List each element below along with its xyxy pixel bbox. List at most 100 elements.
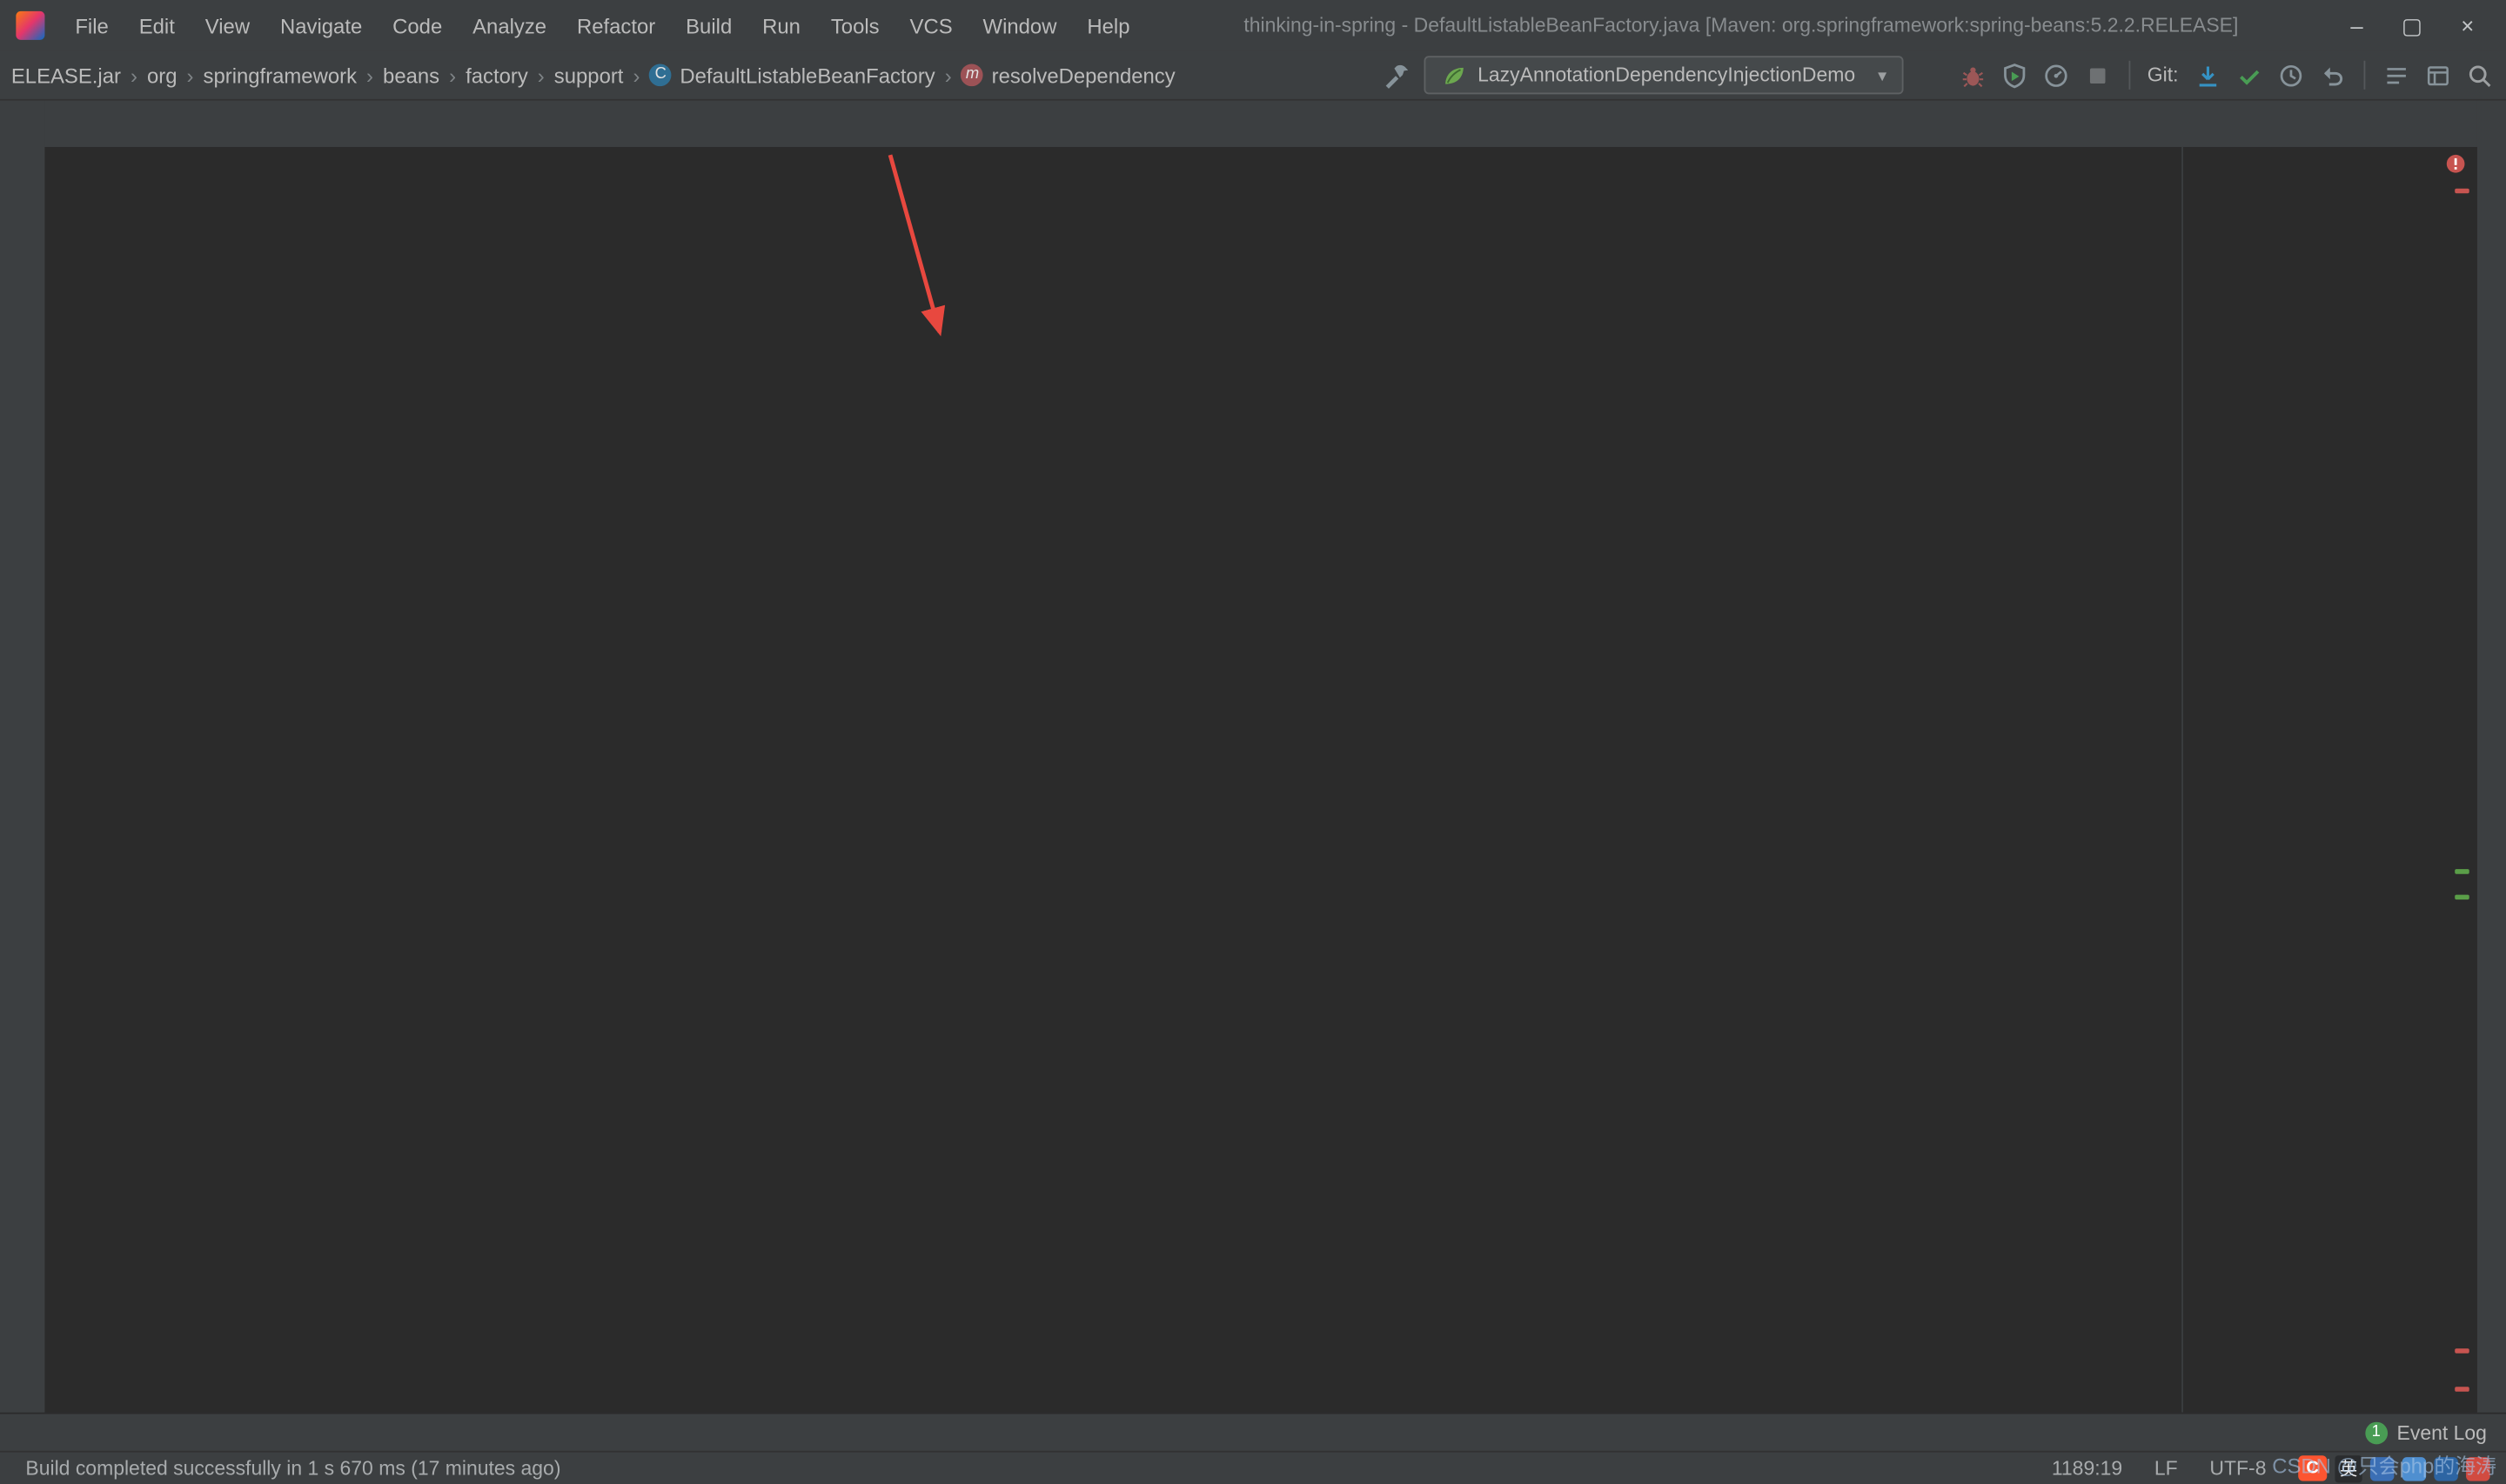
status-bar: Build completed successfully in 1 s 670 … — [0, 1450, 2506, 1484]
profiler-icon[interactable] — [2042, 62, 2069, 89]
code-editor[interactable] — [44, 146, 2477, 1413]
inspection-error-badge[interactable] — [2443, 151, 2468, 176]
error-stripe-mark[interactable] — [2455, 1348, 2469, 1354]
right-toolwindow-stripe — [2476, 100, 2506, 1413]
breadcrumb: ELEASE.jar › org › springframework › beans › fac… — [6, 60, 1180, 90]
tray-icon — [2466, 1456, 2490, 1481]
shelf-icon[interactable] — [2383, 62, 2410, 89]
tray-icon — [2369, 1456, 2395, 1481]
menu-navigate[interactable]: Navigate — [265, 7, 376, 43]
breadcrumb-label: org — [146, 63, 178, 88]
revert-icon[interactable] — [2319, 62, 2346, 89]
breadcrumb-separator: › — [449, 63, 457, 88]
vcs-stripe-mark[interactable] — [2455, 869, 2469, 874]
toolbar-separator — [2363, 60, 2366, 90]
stop-icon[interactable] — [2083, 62, 2110, 89]
menu-run[interactable]: Run — [748, 7, 815, 43]
build-status-message: Build completed successfully in 1 s 670 … — [25, 1457, 561, 1480]
update-icon[interactable] — [2194, 62, 2221, 89]
status-message-area: Build completed successfully in 1 s 670 … — [13, 1457, 561, 1480]
event-log-button[interactable]: 1 Event Log — [2364, 1420, 2487, 1444]
caret-position-widget[interactable]: 1189:19 — [2052, 1457, 2122, 1480]
editor-tabs — [44, 100, 2477, 147]
error-stripe-mark[interactable] — [2455, 188, 2469, 194]
breadcrumb-item-resolvedependency[interactable]: m resolveDependency — [956, 60, 1180, 90]
breadcrumb-separator: › — [130, 63, 137, 88]
breadcrumb-item-beans[interactable]: beans — [379, 60, 445, 90]
breadcrumb-label: DefaultListableBeanFactory — [680, 63, 935, 88]
chevron-down-icon: ▾ — [1878, 66, 1887, 86]
run-configuration-select[interactable]: LazyAnnotationDependencyInjectionDemo ▾ — [1423, 56, 1903, 95]
right-margin-guide — [2181, 146, 2183, 1413]
breadcrumb-item-springframework[interactable]: springframework — [198, 60, 362, 90]
ide-window: File Edit View Navigate Code Analyze Refactor B… — [0, 0, 2506, 1484]
ime-indicator: 英 — [2335, 1454, 2362, 1482]
actions-git — [2194, 62, 2346, 89]
breadcrumb-item-support[interactable]: support — [549, 60, 628, 90]
breadcrumb-item-factory[interactable]: factory — [461, 60, 533, 90]
run-icon[interactable] — [1917, 62, 1944, 89]
navigation-bar: ELEASE.jar › org › springframework › beans › fac… — [0, 50, 2506, 101]
tray-icon — [2434, 1456, 2458, 1481]
csdn-logo-icon: C — [2298, 1455, 2328, 1481]
window-controls: – ▢ × — [2338, 12, 2494, 39]
menubar: File Edit View Navigate Code Analyze Refactor B… — [61, 7, 1144, 43]
git-label: Git: — [2147, 64, 2179, 87]
menu-tools[interactable]: Tools — [816, 7, 894, 43]
system-tray: C 英 — [2298, 1454, 2493, 1482]
hammer-icon[interactable] — [1382, 62, 1409, 89]
breadcrumb-label: resolveDependency — [991, 63, 1176, 88]
actions-run — [1917, 62, 2110, 89]
encoding-widget[interactable]: UTF-8 — [2209, 1457, 2266, 1480]
toolbar-separator — [2127, 60, 2130, 90]
error-stripe-mark[interactable] — [2455, 1387, 2469, 1392]
line-separator-widget[interactable]: LF — [2154, 1457, 2178, 1480]
class-icon: C — [649, 64, 673, 87]
breadcrumb-label: ELEASE.jar — [10, 63, 121, 88]
actions-misc — [2383, 62, 2494, 89]
search-icon[interactable] — [2466, 62, 2493, 89]
menu-file[interactable]: File — [61, 7, 124, 43]
breadcrumb-item-org[interactable]: org — [142, 60, 182, 90]
breadcrumb-item-defaultlistablebeanfactory[interactable]: C DefaultListableBeanFactory — [645, 60, 940, 90]
close-icon[interactable]: × — [2461, 12, 2474, 39]
leaf-icon — [1439, 62, 1466, 89]
history-icon[interactable] — [2277, 62, 2304, 89]
menu-analyze[interactable]: Analyze — [459, 7, 561, 43]
breadcrumb-label: beans — [383, 63, 440, 88]
menu-vcs[interactable]: VCS — [895, 7, 967, 43]
idea-logo-icon — [16, 10, 45, 40]
maximize-icon[interactable]: ▢ — [2402, 12, 2422, 39]
vcs-stripe-mark[interactable] — [2455, 894, 2469, 900]
menu-window[interactable]: Window — [968, 7, 1071, 43]
method-icon: m — [961, 64, 984, 87]
tray-icon — [2402, 1456, 2427, 1481]
menu-build[interactable]: Build — [672, 7, 747, 43]
menu-help[interactable]: Help — [1073, 7, 1144, 43]
breadcrumb-separator: › — [537, 63, 545, 88]
editor-column — [44, 100, 2477, 1413]
toolbar-actions: LazyAnnotationDependencyInjectionDemo ▾ … — [1382, 56, 2494, 95]
menu-edit[interactable]: Edit — [124, 7, 189, 43]
toolwindow-bar: 1 Event Log — [0, 1412, 2506, 1451]
minimize-icon[interactable]: – — [2350, 12, 2362, 39]
breadcrumb-item-elease-jar[interactable]: ELEASE.jar — [6, 60, 125, 90]
layout-icon[interactable] — [2424, 62, 2451, 89]
run-configuration-label: LazyAnnotationDependencyInjectionDemo — [1477, 64, 1856, 87]
coverage-icon[interactable] — [2000, 62, 2027, 89]
main-region — [0, 100, 2506, 1413]
breadcrumb-label: factory — [466, 63, 528, 88]
left-toolwindow-stripe — [0, 100, 45, 1413]
breadcrumb-separator: › — [944, 63, 952, 88]
menu-view[interactable]: View — [191, 7, 264, 43]
event-log-label: Event Log — [2396, 1420, 2487, 1444]
debug-icon[interactable] — [1959, 62, 1986, 89]
breadcrumb-separator: › — [186, 63, 194, 88]
event-log-badge: 1 — [2364, 1420, 2388, 1444]
titlebar: File Edit View Navigate Code Analyze Refactor B… — [0, 0, 2506, 51]
menu-refactor[interactable]: Refactor — [562, 7, 669, 43]
breadcrumb-separator: › — [633, 63, 640, 88]
menu-code[interactable]: Code — [379, 7, 457, 43]
window-title: thinking-in-spring - DefaultListableBean… — [1243, 14, 2239, 37]
commit-icon[interactable] — [2236, 62, 2263, 89]
